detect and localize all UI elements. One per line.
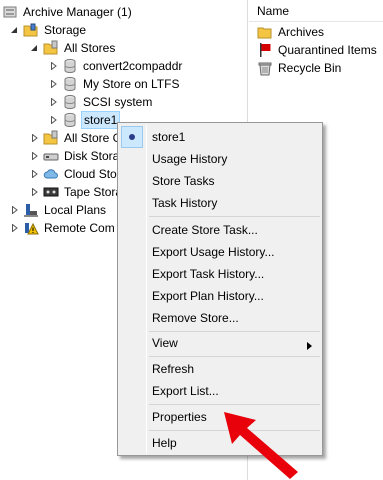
- database-icon: [62, 112, 78, 128]
- menu-item-label: Create Store Task...: [152, 223, 258, 237]
- menu-item-label: Export Plan History...: [152, 289, 264, 303]
- tree-item-label: Local Plans: [44, 203, 107, 217]
- tree-item-label: My Store on LTFS: [83, 77, 180, 91]
- tree-item-archive-manager[interactable]: Archive Manager (1): [2, 3, 134, 21]
- tree-item-label: All Stores: [64, 41, 116, 55]
- database-icon: [62, 94, 78, 110]
- collapsed-arrow-icon[interactable]: [49, 116, 58, 125]
- tree-item-label: All Store G: [64, 131, 123, 145]
- archive-manager-icon: [2, 4, 18, 20]
- folder-icon: [43, 130, 59, 146]
- tree-item-label: Cloud Sto: [64, 167, 117, 181]
- menu-item-export-task-history[interactable]: Export Task History...: [120, 263, 320, 285]
- list-item-recycle-bin[interactable]: Recycle Bin: [257, 59, 343, 77]
- tree-item-label: Archive Manager (1): [23, 5, 132, 19]
- tree-item-remote-computers[interactable]: Remote Com: [10, 219, 117, 237]
- collapsed-arrow-icon[interactable]: [49, 62, 58, 71]
- tree-item-cloud-storage[interactable]: Cloud Sto: [30, 165, 119, 183]
- local-plans-icon: [23, 202, 39, 218]
- collapsed-arrow-icon[interactable]: [30, 188, 39, 197]
- tree-item-local-plans[interactable]: Local Plans: [10, 201, 108, 219]
- menu-item-label: Remove Store...: [152, 311, 239, 325]
- menu-item-export-list[interactable]: Export List...: [120, 380, 320, 402]
- collapsed-arrow-icon[interactable]: [30, 134, 39, 143]
- folder-icon: [257, 24, 273, 40]
- expanded-arrow-icon[interactable]: [10, 26, 19, 35]
- annotation-arrow-icon: [224, 412, 298, 479]
- context-menu: store1 Usage History Store Tasks Task Hi…: [117, 122, 323, 456]
- menu-item-export-plan-history[interactable]: Export Plan History...: [120, 285, 320, 307]
- menu-item-label: Help: [152, 436, 177, 450]
- collapsed-arrow-icon[interactable]: [10, 206, 19, 215]
- list-item-label: Archives: [278, 25, 325, 39]
- tree-item-all-stores[interactable]: All Stores: [30, 39, 117, 57]
- tree-item-store-selected[interactable]: store1: [49, 111, 121, 129]
- collapsed-arrow-icon[interactable]: [49, 98, 58, 107]
- column-header-name[interactable]: Name: [249, 0, 383, 22]
- tape-icon: [43, 184, 59, 200]
- warning-icon: [23, 220, 39, 236]
- column-header-label: Name: [257, 3, 290, 18]
- menu-item-refresh[interactable]: Refresh: [120, 358, 320, 380]
- menu-item-label: Export Task History...: [152, 267, 265, 281]
- tree-item-label: Tape Stora: [64, 185, 123, 199]
- menu-item-create-store-task[interactable]: Create Store Task...: [120, 219, 320, 241]
- database-icon: [62, 76, 78, 92]
- menu-item-label: Properties: [152, 410, 207, 424]
- menu-item-label: Task History: [152, 196, 218, 210]
- menu-item-label: Export List...: [152, 384, 219, 398]
- tree-item-label: store1: [81, 111, 121, 129]
- menu-item-export-usage-history[interactable]: Export Usage History...: [120, 241, 320, 263]
- tree-item-tape-storage[interactable]: Tape Stora: [30, 183, 124, 201]
- menu-item-label: Refresh: [152, 362, 195, 376]
- tree-item-disk-storage[interactable]: Disk Stora: [30, 147, 121, 165]
- cloud-icon: [43, 166, 59, 182]
- tree-item-all-store-groups[interactable]: All Store G: [30, 129, 124, 147]
- all-stores-icon: [43, 40, 59, 56]
- list-item-quarantined[interactable]: Quarantined Items: [257, 41, 379, 59]
- database-icon: [62, 58, 78, 74]
- tree-item-storage[interactable]: Storage: [10, 21, 88, 39]
- menu-item-label: Export Usage History...: [152, 245, 275, 259]
- tree-item-label: Remote Com: [44, 221, 115, 235]
- list-item-label: Quarantined Items: [278, 43, 377, 57]
- menu-separator: [149, 356, 320, 357]
- tree-item-label: SCSI system: [83, 95, 153, 109]
- tree-item-store[interactable]: My Store on LTFS: [49, 75, 181, 93]
- list-item-archives[interactable]: Archives: [257, 23, 326, 41]
- collapsed-arrow-icon[interactable]: [30, 152, 39, 161]
- menu-item-view[interactable]: View: [120, 332, 320, 354]
- collapsed-arrow-icon[interactable]: [30, 170, 39, 179]
- menu-item-label: store1: [152, 130, 186, 144]
- tree-item-label: convert2compaddr: [83, 59, 183, 73]
- list-item-label: Recycle Bin: [278, 61, 342, 75]
- submenu-arrow-icon: [307, 339, 312, 353]
- menu-item-remove-store[interactable]: Remove Store...: [120, 307, 320, 329]
- menu-item-store-tasks[interactable]: Store Tasks: [120, 170, 320, 192]
- menu-item-label: View: [152, 336, 178, 350]
- menu-item-label: Store Tasks: [152, 174, 215, 188]
- menu-separator: [149, 216, 320, 217]
- menu-item-task-history[interactable]: Task History: [120, 192, 320, 214]
- menu-item-label: Usage History: [152, 152, 228, 166]
- tree-item-store[interactable]: SCSI system: [49, 93, 154, 111]
- storage-icon: [23, 22, 39, 38]
- recycle-bin-icon: [257, 60, 273, 76]
- tree-item-label: Storage: [44, 23, 87, 37]
- tree-item-label: Disk Stora: [64, 149, 120, 163]
- collapsed-arrow-icon[interactable]: [49, 80, 58, 89]
- disk-drive-icon: [43, 148, 59, 164]
- quarantine-flag-icon: [257, 42, 273, 58]
- menu-separator: [149, 404, 320, 405]
- tree-item-store[interactable]: convert2compaddr: [49, 57, 184, 75]
- menu-item-store1[interactable]: store1: [120, 126, 320, 148]
- expanded-arrow-icon[interactable]: [30, 44, 39, 53]
- collapsed-arrow-icon[interactable]: [10, 224, 19, 233]
- menu-item-usage-history[interactable]: Usage History: [120, 148, 320, 170]
